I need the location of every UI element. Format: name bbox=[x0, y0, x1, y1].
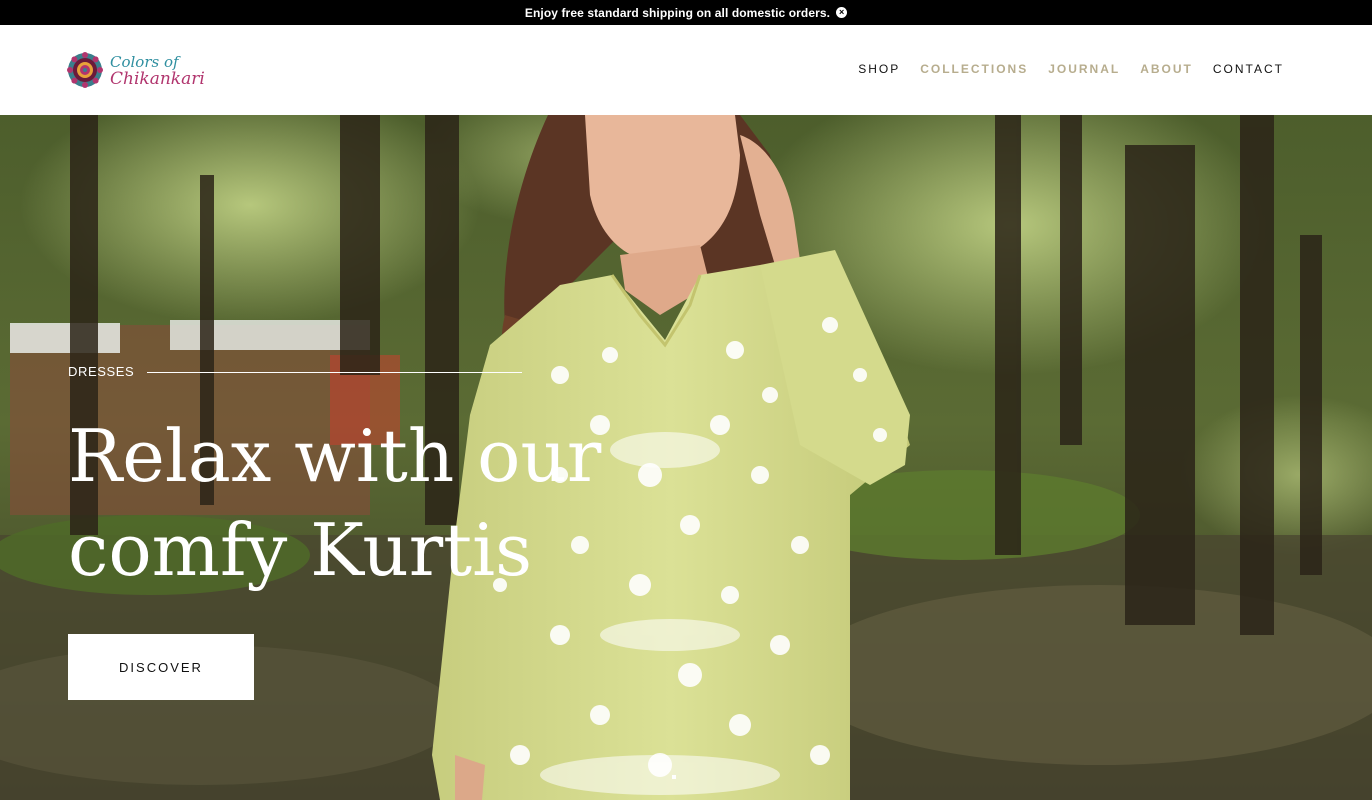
main-nav: SHOP COLLECTIONS JOURNAL ABOUT CONTACT bbox=[838, 62, 1284, 76]
announcement-text: Enjoy free standard shipping on all dome… bbox=[524, 5, 831, 20]
site-logo[interactable]: Colors of Chikankari bbox=[66, 47, 218, 93]
hero-slideshow: DRESSES Relax with our comfy Kurtis DISC… bbox=[0, 115, 1372, 800]
site-header: Colors of Chikankari SHOP COLLECTIONS JO… bbox=[0, 25, 1372, 115]
hero-headline: Relax with our comfy Kurtis bbox=[68, 409, 628, 597]
logo-text-2: Chikankari bbox=[110, 69, 205, 89]
eyebrow-divider bbox=[147, 372, 522, 373]
nav-journal[interactable]: JOURNAL bbox=[1048, 62, 1120, 76]
headline-line-1: Relax with our bbox=[68, 414, 602, 498]
logo-mandala-icon: Colors of Chikankari bbox=[67, 52, 205, 89]
hero-eyebrow: DRESSES bbox=[68, 364, 135, 379]
discover-button[interactable]: DISCOVER bbox=[68, 634, 254, 700]
nav-about[interactable]: ABOUT bbox=[1140, 62, 1193, 76]
nav-collections[interactable]: COLLECTIONS bbox=[920, 62, 1028, 76]
close-announcement-icon[interactable]: × bbox=[836, 7, 848, 18]
headline-line-2: comfy Kurtis bbox=[68, 508, 533, 592]
nav-contact[interactable]: CONTACT bbox=[1213, 62, 1284, 76]
nav-shop[interactable]: SHOP bbox=[858, 62, 900, 76]
announcement-bar: Enjoy free standard shipping on all dome… bbox=[0, 0, 1372, 25]
slide-indicator-dot[interactable] bbox=[672, 775, 676, 779]
